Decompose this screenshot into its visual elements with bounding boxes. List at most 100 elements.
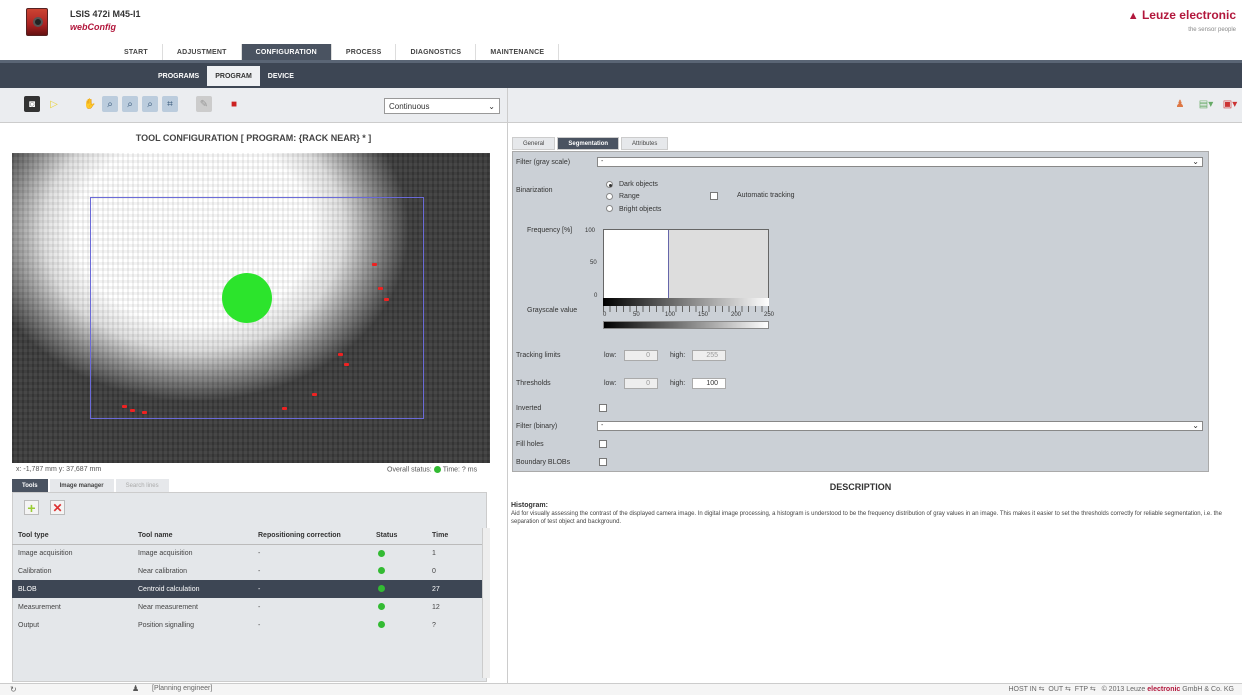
- toolbar: [0, 88, 1242, 123]
- overall-time: Time: ? ms: [442, 466, 478, 474]
- import-menu-icon[interactable]: ▣▾: [1220, 96, 1240, 112]
- table-row[interactable]: Output Position signalling -?: [12, 616, 487, 634]
- mode-select[interactable]: Continuous ⌄: [384, 98, 500, 114]
- camera-icon[interactable]: ◙: [24, 96, 40, 112]
- tab-image-manager[interactable]: Image manager: [49, 479, 114, 492]
- tab-search-lines[interactable]: Search lines: [115, 479, 169, 492]
- col-time[interactable]: Time: [426, 528, 487, 545]
- table-row[interactable]: Image acquisition Image acquisition - 1: [12, 544, 487, 562]
- export-menu-icon[interactable]: ▤▾: [1194, 96, 1218, 112]
- table-row-selected[interactable]: BLOB Centroid calculation - 27: [12, 580, 487, 598]
- blob-fragment: [282, 407, 287, 410]
- inverted-checkbox[interactable]: [599, 404, 607, 412]
- ftp-label: FTP: [1074, 686, 1088, 693]
- copyright-brand: electronic: [1147, 686, 1181, 693]
- delete-tool-button[interactable]: ✕: [50, 500, 65, 515]
- zoom-in-icon[interactable]: ⌕: [122, 96, 138, 112]
- tab-diagnostics[interactable]: DIAGNOSTICS: [396, 44, 477, 60]
- cell-tool-type: BLOB: [12, 580, 132, 598]
- tick-label: 100: [665, 312, 676, 318]
- tracking-high-label: high:: [670, 352, 686, 359]
- status-ok-icon: [370, 580, 426, 598]
- col-tool-type[interactable]: Tool type: [12, 528, 132, 545]
- main-tabs: START ADJUSTMENT CONFIGURATION PROCESS D…: [110, 44, 560, 60]
- table-row[interactable]: Measurement Near measurement - 12: [12, 598, 487, 616]
- panel-divider[interactable]: [507, 88, 508, 695]
- filter-binary-select[interactable]: - ⌄: [597, 421, 1203, 431]
- filter-gray-select[interactable]: - ⌄: [597, 157, 1203, 167]
- subtab-programs[interactable]: PROGRAMS: [150, 66, 207, 86]
- status-ok-icon: [370, 616, 426, 634]
- tab-maintenance[interactable]: MAINTENANCE: [476, 44, 560, 60]
- threshold-marker[interactable]: [668, 230, 669, 298]
- host-in-icon: ⇆: [1038, 686, 1045, 693]
- fill-holes-checkbox[interactable]: [599, 440, 607, 448]
- tab-configuration[interactable]: CONFIGURATION: [241, 44, 332, 60]
- zoom-fit-icon[interactable]: ⌗: [162, 96, 178, 112]
- cell-repos: -: [258, 549, 261, 557]
- overall-status-label: Overall status:: [387, 466, 432, 474]
- copyright-pre: © 2013 Leuze: [1101, 686, 1146, 693]
- subtab-program[interactable]: PROGRAM: [207, 66, 260, 86]
- radio-dark-objects[interactable]: [606, 181, 613, 188]
- cell-repos: -: [258, 621, 261, 629]
- bottom-tabs: Tools Image manager Search lines: [12, 479, 171, 492]
- subtab-device[interactable]: DEVICE: [260, 66, 302, 86]
- cell-tool-type: Image acquisition: [18, 549, 73, 557]
- frequency-label: Frequency [%]: [527, 227, 573, 234]
- overlay-icon[interactable]: ■: [226, 96, 242, 112]
- add-tool-button[interactable]: +: [24, 500, 39, 516]
- blob-fragment: [384, 298, 389, 301]
- tick-label: 150: [698, 312, 709, 318]
- freq-tick-50: 50: [590, 260, 597, 266]
- table-header: Tool type Tool name Repositioning correc…: [12, 528, 487, 545]
- fill-holes-label: Fill holes: [516, 441, 544, 448]
- threshold-high-spinner[interactable]: 100: [692, 378, 726, 389]
- threshold-high-label: high:: [670, 380, 686, 387]
- radio-bright-objects[interactable]: [606, 205, 613, 212]
- tab-general[interactable]: General: [512, 137, 556, 150]
- blob-fragment: [372, 263, 377, 266]
- tracking-high-spinner[interactable]: 255: [692, 350, 726, 361]
- copyright-post: GmbH & Co. KG: [1182, 686, 1234, 693]
- histogram[interactable]: [603, 229, 769, 299]
- zoom-out-icon[interactable]: ⌕: [142, 96, 158, 112]
- cell-time: 12: [432, 603, 440, 611]
- zoom-icon[interactable]: ⌕: [102, 96, 118, 112]
- edit-icon[interactable]: ✎: [196, 96, 212, 112]
- table-row[interactable]: Calibration Near calibration - 0: [12, 562, 487, 580]
- cell-time: 27: [426, 580, 487, 598]
- col-tool-name[interactable]: Tool name: [132, 528, 252, 545]
- users-icon[interactable]: ♟: [1172, 96, 1188, 112]
- refresh-icon[interactable]: ↻: [10, 685, 17, 694]
- tab-attributes[interactable]: Attributes: [621, 137, 669, 150]
- cell-time: 1: [432, 549, 436, 557]
- tracking-low-spinner[interactable]: 0: [624, 350, 658, 361]
- tab-tools[interactable]: Tools: [12, 479, 48, 492]
- col-repositioning[interactable]: Repositioning correction: [252, 528, 370, 545]
- tab-start[interactable]: START: [110, 44, 163, 60]
- threshold-low-spinner[interactable]: 0: [624, 378, 658, 389]
- cursor-coordinates: x: -1,787 mm y: 37,687 mm: [16, 466, 102, 473]
- tab-adjustment[interactable]: ADJUSTMENT: [163, 44, 242, 60]
- cell-tool-name: Image acquisition: [138, 549, 193, 557]
- tab-process[interactable]: PROCESS: [332, 44, 397, 60]
- radio-range[interactable]: [606, 193, 613, 200]
- automatic-tracking-checkbox[interactable]: [710, 192, 718, 200]
- play-icon[interactable]: ▷: [46, 96, 62, 112]
- boundary-blobs-checkbox[interactable]: [599, 458, 607, 466]
- col-status[interactable]: Status: [370, 528, 426, 545]
- brand-triangle-icon: ▲: [1127, 10, 1139, 22]
- ftp-icon: ⇆: [1089, 686, 1096, 693]
- cell-tool-type: Measurement: [18, 603, 61, 611]
- camera-image[interactable]: [12, 153, 490, 463]
- tool-config-title: TOOL CONFIGURATION [ PROGRAM: {RACK NEAR…: [135, 133, 372, 143]
- pan-hand-icon[interactable]: ✋: [82, 96, 98, 112]
- chevron-down-icon: ⌄: [488, 101, 495, 111]
- blob-fragment: [338, 353, 343, 356]
- inverted-label: Inverted: [516, 405, 542, 412]
- table-scrollbar[interactable]: [482, 528, 490, 678]
- tab-segmentation[interactable]: Segmentation: [557, 137, 620, 150]
- out-label: OUT: [1048, 686, 1064, 693]
- cell-repos: -: [258, 567, 261, 575]
